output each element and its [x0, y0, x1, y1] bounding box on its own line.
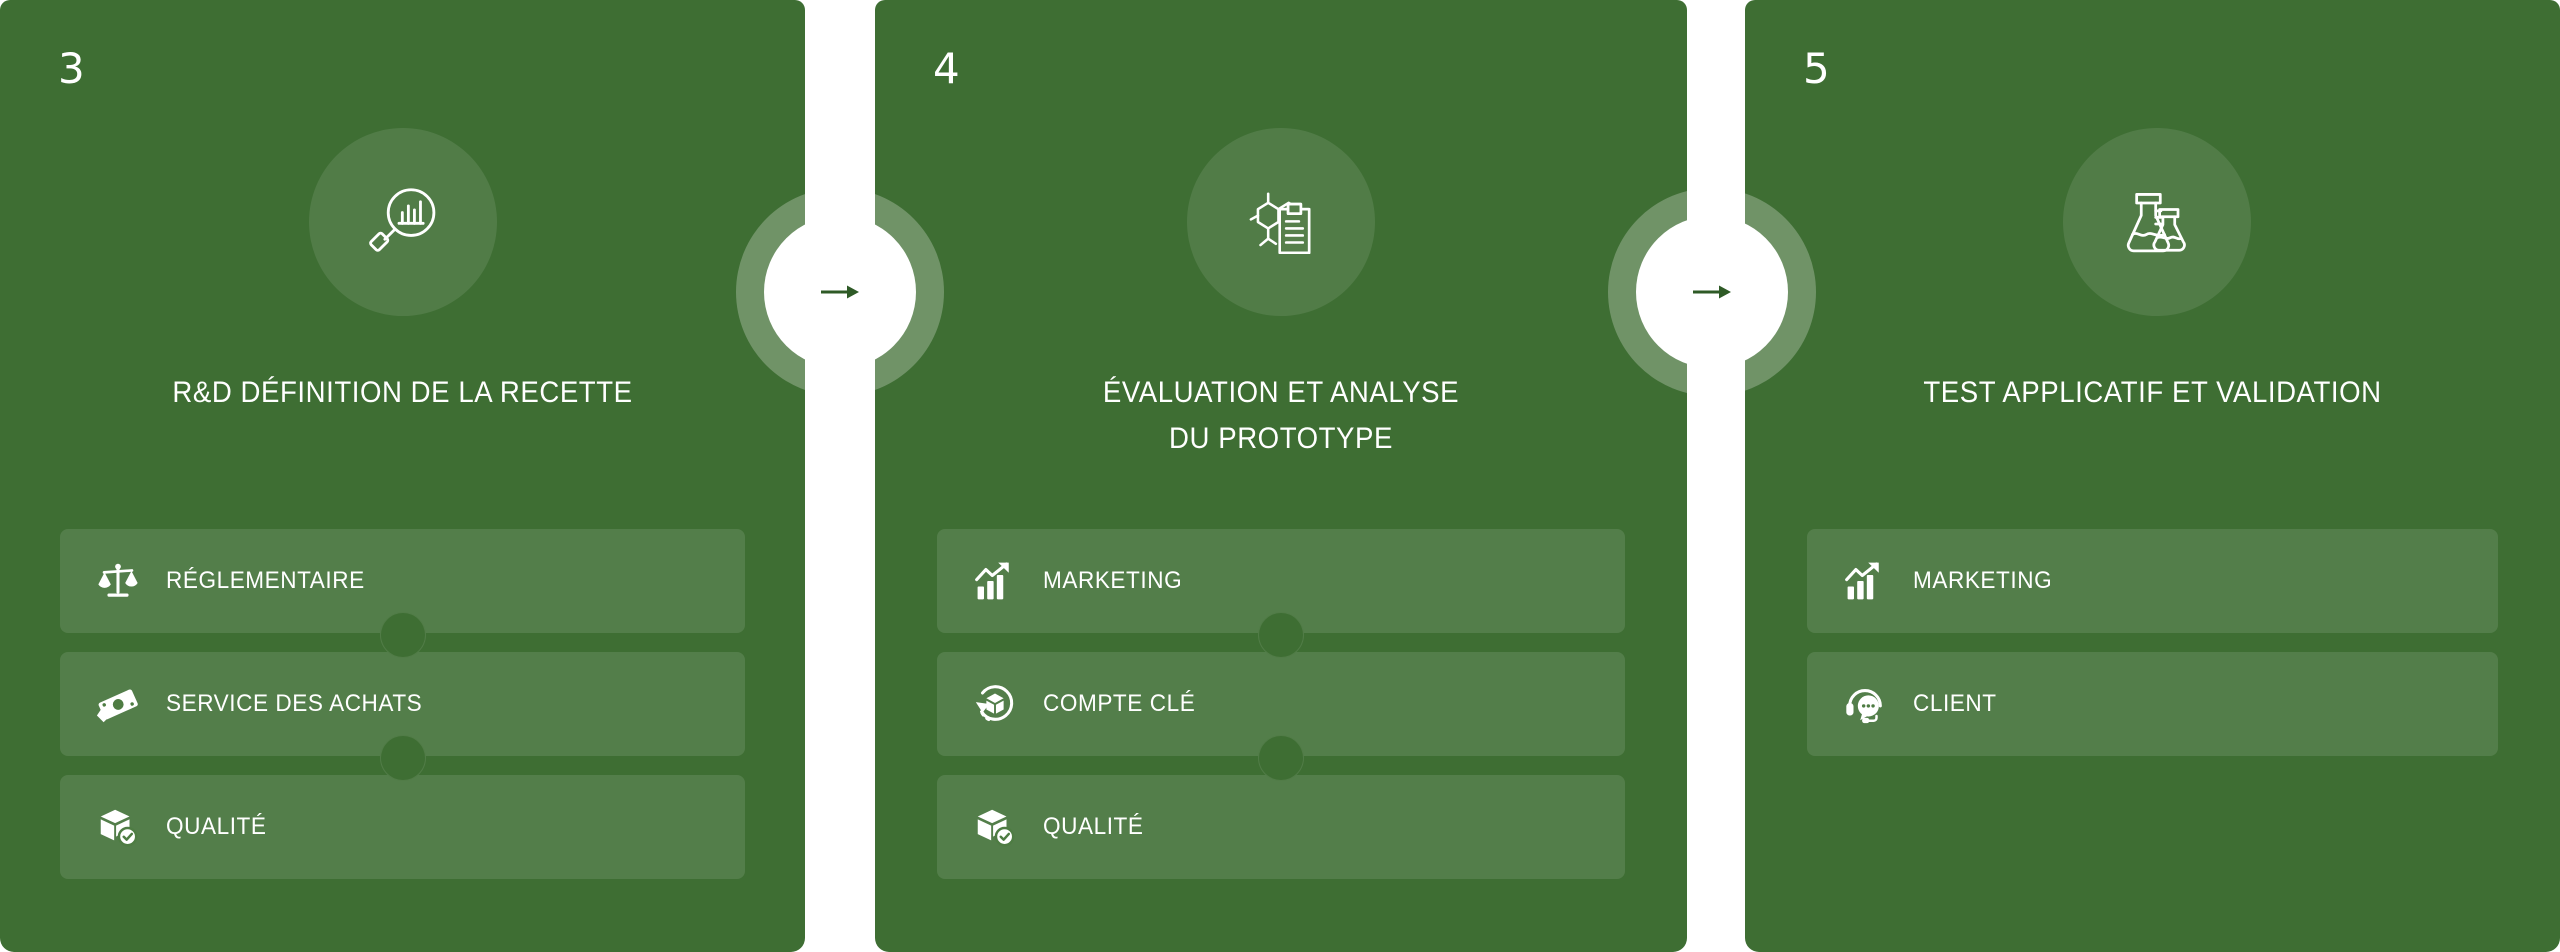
card-gap-1 [805, 0, 875, 952]
process-flow-diagram: 3 R&D DÉFINITION DE LA RECETTE RÉGLEMENT… [0, 0, 2560, 952]
list-item-label: QUALITÉ [166, 813, 267, 840]
process-step-card-5[interactable]: 5 TEST APPLICATIF ET VALIDATION MARKETIN… [1745, 0, 2560, 952]
list-item-label: MARKETING [1913, 567, 2053, 594]
puzzle-connector-notch [1258, 612, 1304, 658]
arrow-circle [764, 216, 916, 368]
magnifier-chart-icon [360, 179, 446, 265]
list-item-label: QUALITÉ [1043, 813, 1144, 840]
step-icon-halo [1187, 128, 1375, 316]
arrow-circle [1636, 216, 1788, 368]
step-connector-arrow-2 [1608, 188, 1816, 396]
puzzle-connector-notch [379, 735, 426, 781]
step-title: TEST APPLICATIF ET VALIDATION [1923, 376, 2382, 409]
step-number: 3 [58, 44, 86, 93]
list-item[interactable]: QUALITÉ [60, 775, 745, 879]
step-title: R&D DÉFINITION DE LA RECETTE [172, 376, 633, 409]
list-item-label: MARKETING [1043, 567, 1183, 594]
department-list: MARKETING COMPTE CLÉ QUALITÉ [937, 529, 1625, 898]
list-item-label: SERVICE DES ACHATS [166, 690, 423, 717]
list-item[interactable]: MARKETING [1807, 529, 2498, 633]
box-rotate-icon [967, 676, 1023, 732]
step-icon-halo [309, 128, 497, 316]
scales-icon [90, 553, 146, 609]
department-list: MARKETING CLIENT [1807, 529, 2498, 775]
step-title: ÉVALUATION ET ANALYSE DU PROTOTYPE [1102, 376, 1460, 455]
step-connector-arrow-1 [736, 188, 944, 396]
molecule-clipboard-icon [1240, 181, 1322, 263]
arrow-right-icon [1690, 279, 1734, 305]
headset-chat-icon [1837, 676, 1893, 732]
step-icon-halo [2063, 128, 2251, 316]
process-step-card-3[interactable]: 3 R&D DÉFINITION DE LA RECETTE RÉGLEMENT… [0, 0, 805, 952]
banknote-icon [90, 676, 146, 732]
puzzle-connector-notch [379, 612, 426, 658]
list-item-label: COMPTE CLÉ [1043, 690, 1196, 717]
step-number: 4 [933, 44, 961, 93]
arrow-right-icon [818, 279, 862, 305]
department-list: RÉGLEMENTAIRE SERVICE DES ACHATS QUALITÉ [60, 529, 745, 898]
box-check-icon [967, 799, 1023, 855]
list-item[interactable]: CLIENT [1807, 652, 2498, 756]
list-item-label: RÉGLEMENTAIRE [166, 567, 365, 594]
bar-chart-arrow-icon [1837, 553, 1893, 609]
box-check-icon [90, 799, 146, 855]
puzzle-connector-notch [1258, 735, 1304, 781]
flasks-icon [2115, 180, 2199, 264]
step-number: 5 [1803, 44, 1831, 93]
list-item-label: CLIENT [1913, 690, 1997, 717]
process-step-card-4[interactable]: 4 ÉVALUATION ET ANALYSE DU PROTOTYPE MAR… [875, 0, 1687, 952]
card-gap-2 [1687, 0, 1745, 952]
list-item[interactable]: QUALITÉ [937, 775, 1625, 879]
bar-chart-arrow-icon [967, 553, 1023, 609]
